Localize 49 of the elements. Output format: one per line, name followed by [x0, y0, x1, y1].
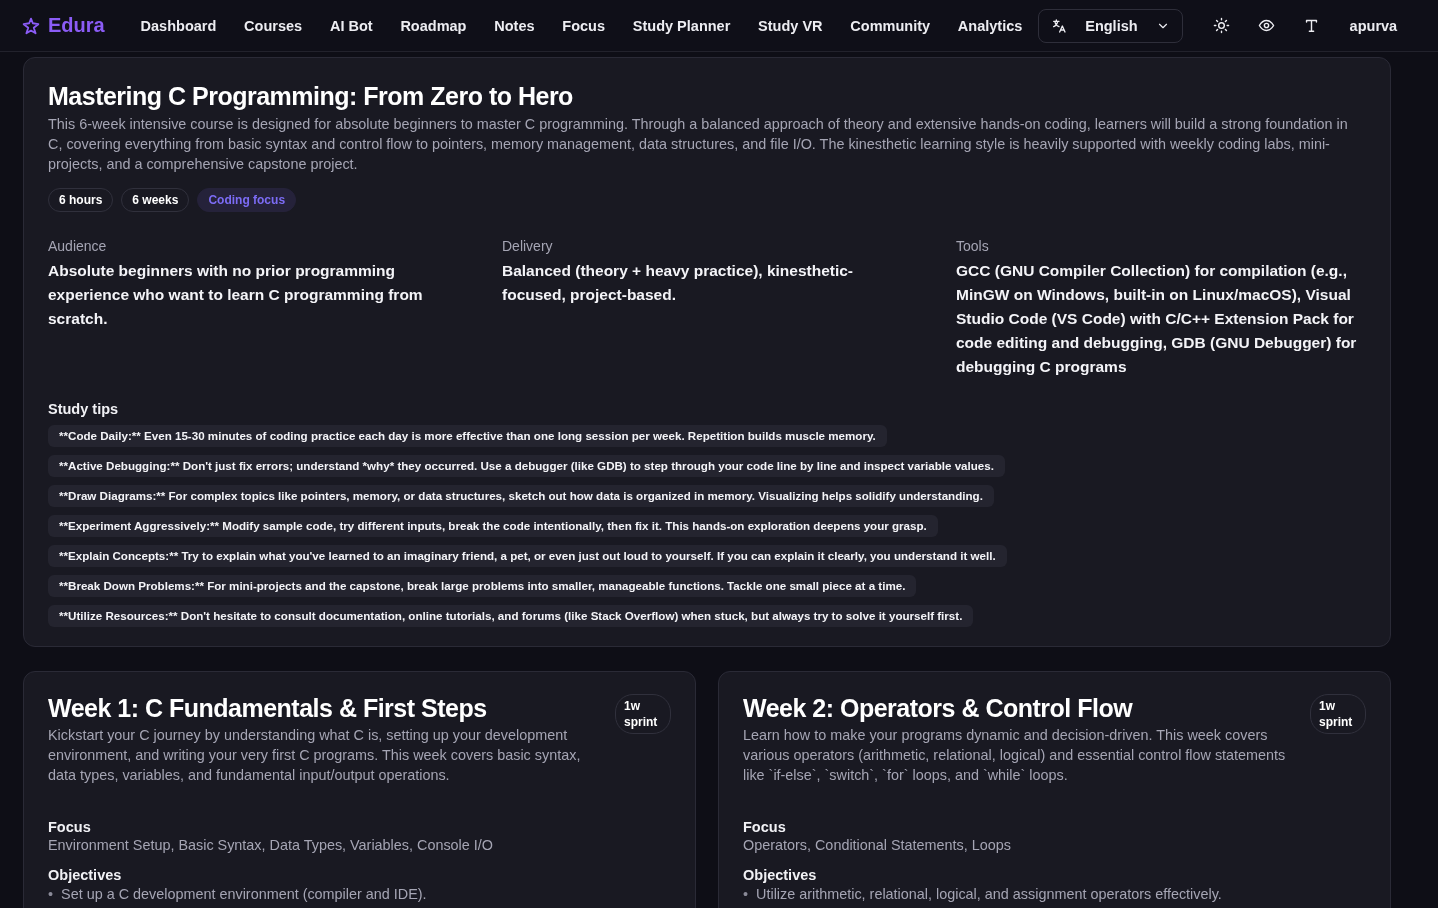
detail-value: GCC (GNU Compiler Collection) for compilation (e.g., MinGW on Windows, built-in on Linux/macOS), Visual Studio Code (VS Code) with C/C++ Extension Pack for code editing and debugging, GDB (GNU Debugger) for debugging C programs	[956, 261, 1358, 377]
study-tip: **Break Down Problems:** For mini-projects and the capstone, break large problems into smaller, manageable functions. Tackle one small piece at a time.	[48, 575, 917, 597]
study-tip: **Active Debugging:** Don't just fix errors; understand *why* they occurred. Use a debugger (like GDB) to step through your code line by line and inspect variable values.	[48, 455, 1005, 477]
detail-label: Tools	[956, 238, 990, 254]
nav-link[interactable]: Focus	[548, 17, 619, 34]
nav-link[interactable]: Roadmap	[386, 17, 481, 34]
nav-link[interactable]: Study VR	[744, 17, 837, 34]
section-heading: Focus	[743, 819, 787, 835]
section-heading: Objectives	[743, 867, 818, 883]
nav-link[interactable]: Study Planner	[618, 17, 745, 34]
week-title: Week 2: Operators & Control Flow	[743, 694, 1134, 723]
detail-label: Audience	[48, 238, 108, 254]
translate-icon	[1051, 17, 1068, 34]
objective-item: Set up a C development environment (compiler and IDE).	[61, 885, 427, 904]
focus-text: Operators, Conditional Statements, Loops	[743, 837, 1012, 853]
detail-value: Absolute beginners with no prior programming experience who want to learn C programming from scratch.	[48, 261, 424, 329]
nav-link[interactable]: Dashboard	[126, 17, 231, 34]
nav-link[interactable]: Notes	[480, 17, 549, 34]
duration-badge: 1w sprint	[1310, 694, 1366, 734]
nav-link[interactable]: Analytics	[943, 17, 1037, 34]
duration-badge: 1w sprint	[615, 694, 671, 734]
focus-text: Environment Setup, Basic Syntax, Data Types, Variables, Console I/O	[48, 837, 494, 853]
tag: Coding focus	[197, 188, 297, 212]
nav-link[interactable]: AI Bot	[316, 17, 387, 34]
list-bullet: •	[743, 885, 749, 904]
week-title: Week 1: C Fundamentals & First Steps	[48, 694, 488, 723]
study-tip: **Draw Diagrams:** For complex topics like pointers, memory, or data structures, sketch out how data is organized in memory. Visualizing helps solidify understanding.	[48, 485, 994, 507]
course-description: This 6-week intensive course is designed for absolute beginners to master C programming. Through a balanced approach of theory and extensive hands-on coding, learners will build a strong foundation in C, covering everything from basic syntax and control flow to pointers, memory management, data structures, and file I/O. The kinesthetic learning style is heavily supported with weekly coding labs, mini-projects, and a comprehensive capstone project.	[48, 115, 1349, 174]
course-title: Mastering C Programming: From Zero to Hero	[48, 82, 574, 111]
detail-value: Balanced (theory + heavy practice), kinesthetic-focused, project-based.	[502, 261, 855, 305]
study-tip: **Explain Concepts:** Try to explain what you've learned to an imaginary friend, a pet, or even just out loud to yourself. If you can explain it clearly, you understand it well.	[48, 545, 1007, 567]
nav-link[interactable]: Community	[836, 17, 944, 34]
study-tip: **Code Daily:** Even 15-30 minutes of coding practice each day is more effective than one long session per week. Repetition builds muscle memory.	[48, 425, 887, 447]
nav-link[interactable]: Courses	[230, 17, 317, 34]
study-tip: **Experiment Aggressively:** Modify sample code, try different inputs, break the code intentionally, then fix it. This hands-on exploration deepens your grasp.	[48, 515, 938, 537]
section-heading: Objectives	[48, 867, 123, 883]
language-dropdown[interactable]: English	[1038, 8, 1183, 43]
user-name[interactable]: apurva	[1349, 17, 1398, 34]
brand-name: Edura	[48, 14, 105, 37]
eye-icon[interactable]	[1257, 17, 1275, 34]
week-description: Kickstart your C journey by understanding what C is, setting up your development environment, and writing your very first C programs. This week covers basic syntax, data types, variables, and fundamental input/output operations.	[48, 726, 582, 785]
section-heading: Focus	[48, 819, 92, 835]
sun-icon[interactable]	[1212, 17, 1230, 34]
detail-label: Delivery	[502, 238, 554, 254]
list-bullet: •	[48, 885, 54, 904]
objective-item: Utilize arithmetic, relational, logical, and assignment operators effectively.	[756, 885, 1222, 904]
section-heading: Study tips	[48, 401, 120, 417]
study-tip: **Utilize Resources:** Don't hesitate to consult documentation, online tutorials, and forums (like Stack Overflow) when stuck, but always try to solve it yourself first.	[48, 605, 974, 627]
week-description: Learn how to make your programs dynamic and decision-driven. This week covers various operators (arithmetic, relational, logical) and essential control flow statements like `if-else`, `switch`, `for` loops, and `while` loops.	[743, 726, 1287, 785]
